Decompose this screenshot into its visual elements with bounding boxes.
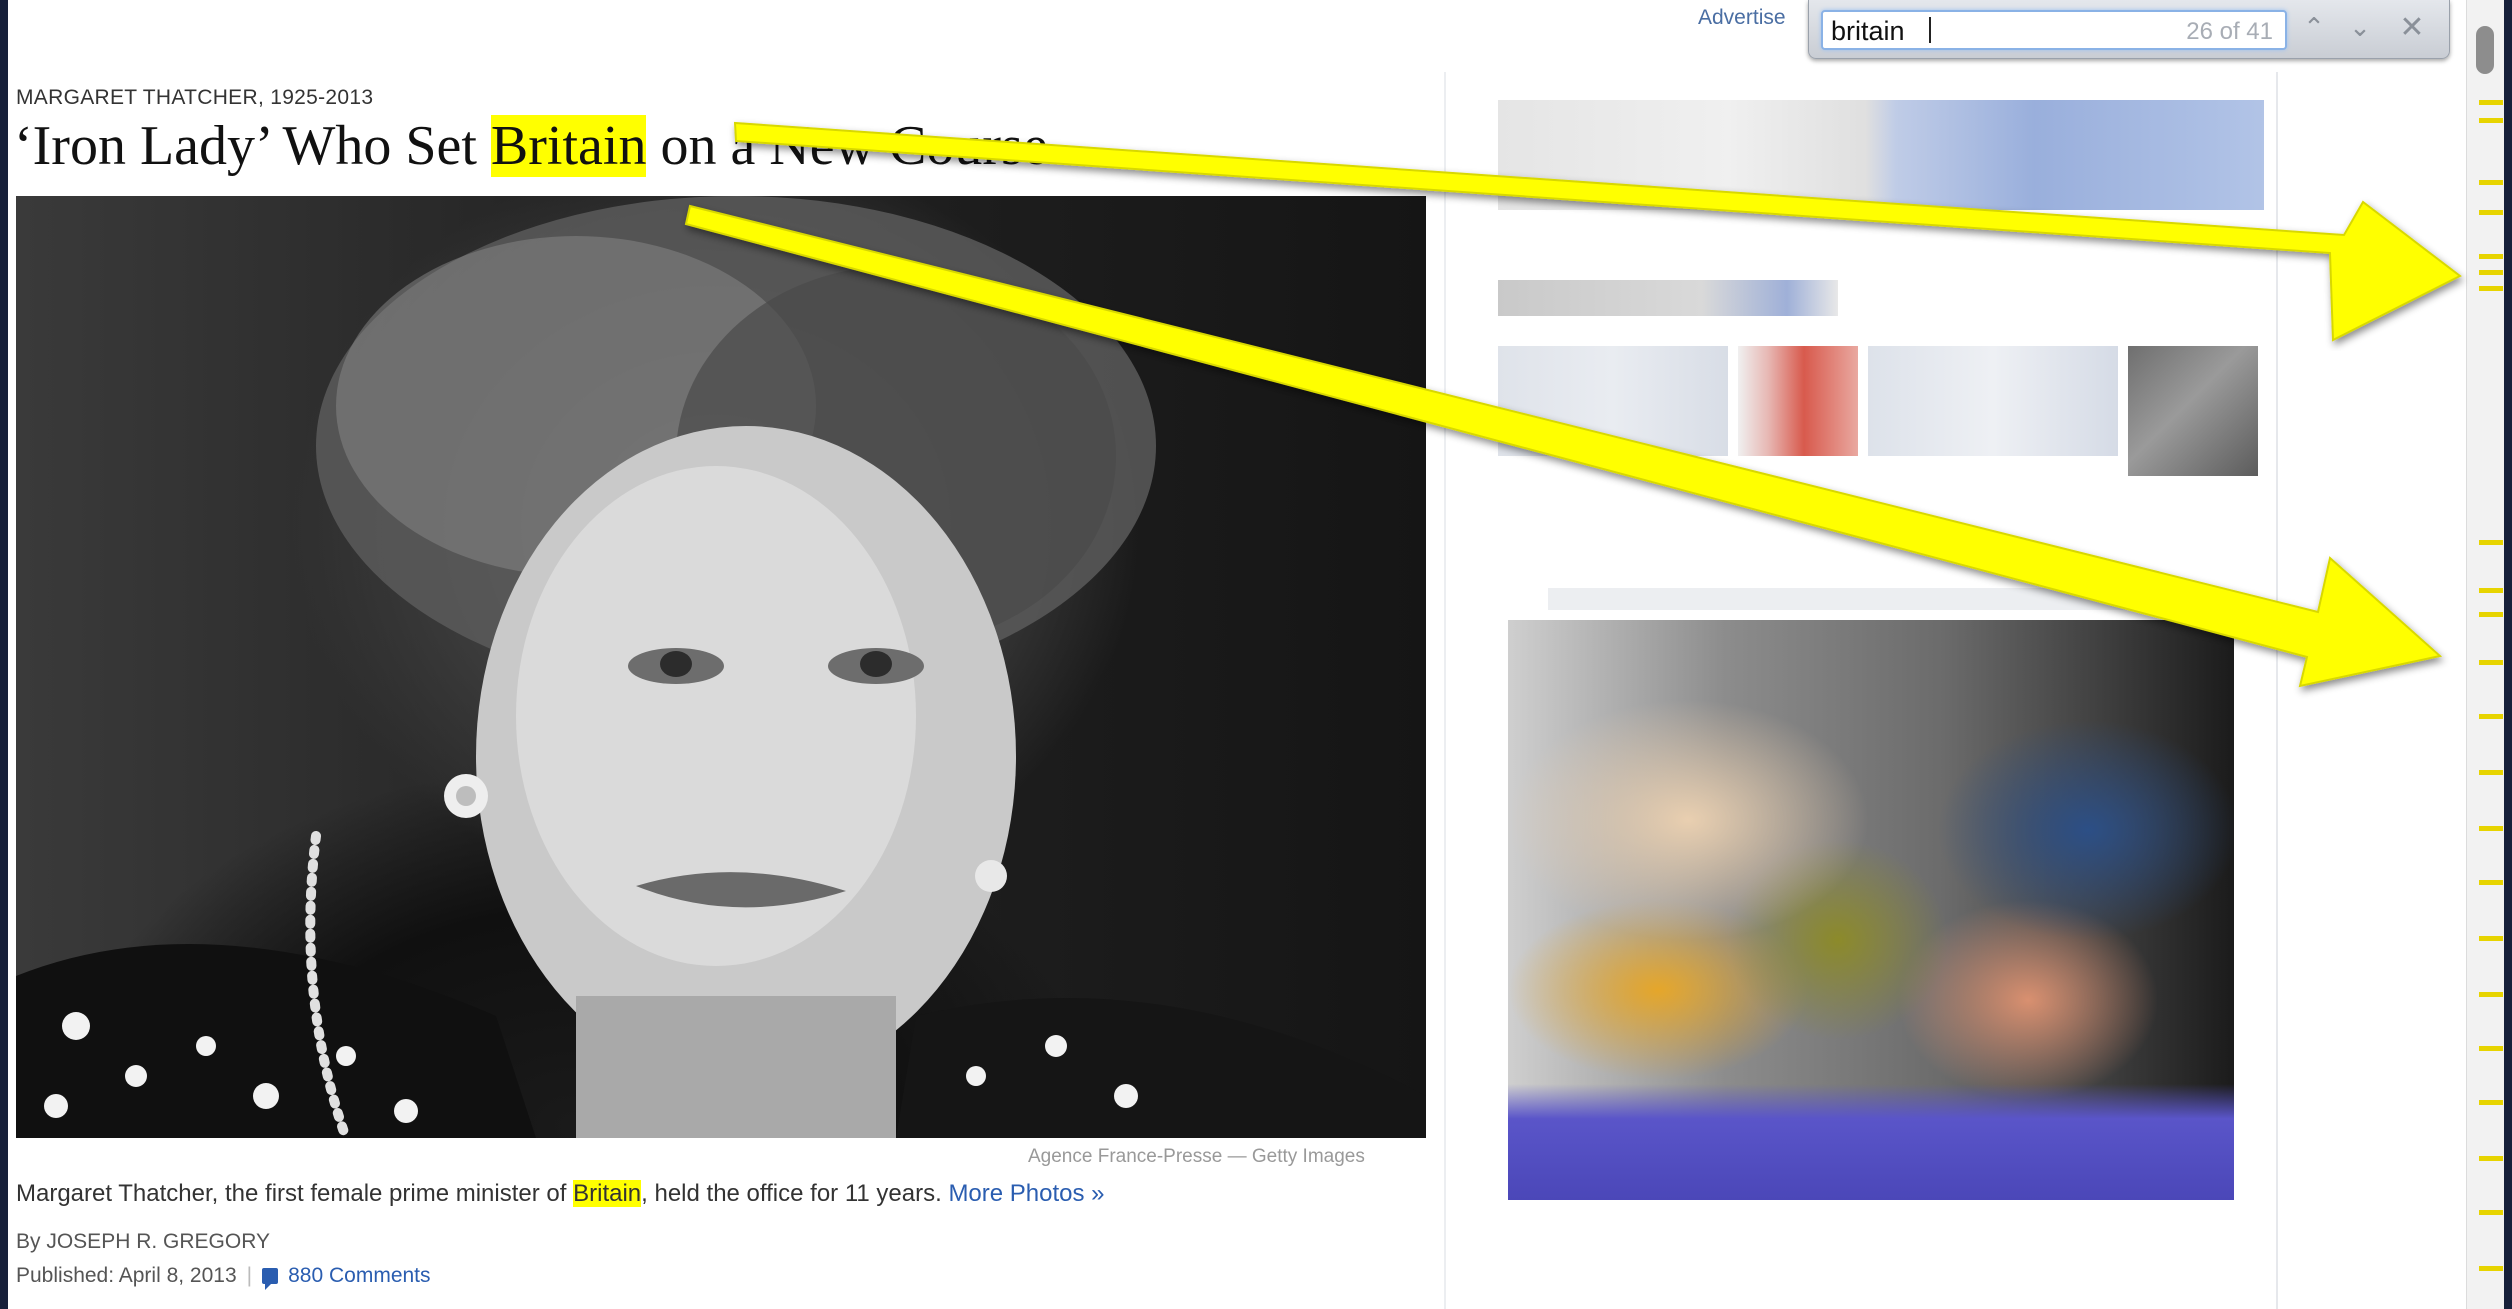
find-input[interactable]: britain 26 of 41 (1821, 10, 2287, 50)
published-date: Published: April 8, 2013 (16, 1264, 237, 1287)
blurred-video-thumbnail[interactable] (1508, 620, 2234, 1200)
advertise-link[interactable]: Advertise (1698, 6, 1786, 30)
scrollbar-thumb[interactable] (2476, 26, 2494, 74)
find-bar: britain 26 of 41 ⌃ ⌄ ✕ (1808, 0, 2450, 59)
column-divider (1444, 72, 1446, 1309)
article-byline: By JOSEPH R. GREGORY (16, 1230, 270, 1253)
match-marker (2479, 936, 2503, 941)
photo-caption: Margaret Thatcher, the first female prim… (16, 1180, 1105, 1208)
browser-viewport: Advertise britain 26 of 41 ⌃ ⌄ ✕ MARGARE… (8, 0, 2504, 1309)
match-marker (2479, 1266, 2503, 1271)
match-marker (2479, 210, 2503, 215)
match-marker (2479, 992, 2503, 997)
blurred-thumbnail[interactable] (2128, 346, 2258, 476)
caption-text-after: , held the office for 11 years. (641, 1180, 949, 1207)
match-marker (2479, 1210, 2503, 1215)
match-marker (2479, 770, 2503, 775)
text-caret (1929, 17, 1931, 43)
column-divider (2276, 72, 2278, 1309)
match-marker (2479, 540, 2503, 545)
match-marker (2479, 660, 2503, 665)
article-meta: Published: April 8, 2013 | 880 Comments (16, 1264, 431, 1290)
more-photos-link[interactable]: More Photos » (948, 1180, 1104, 1207)
chevron-down-icon: ⌄ (2349, 13, 2371, 43)
find-next-button[interactable]: ⌄ (2341, 12, 2379, 44)
photo-illustration (16, 196, 1426, 1138)
match-marker (2479, 118, 2503, 123)
headline-text-before: ‘Iron Lady’ Who Set (14, 115, 491, 177)
match-marker (2479, 826, 2503, 831)
blurred-text-line (1548, 588, 2198, 610)
match-marker (2479, 270, 2503, 275)
find-previous-button[interactable]: ⌃ (2295, 12, 2333, 44)
match-marker (2479, 612, 2503, 617)
match-marker (2479, 254, 2503, 259)
match-marker (2479, 588, 2503, 593)
match-marker (2479, 1156, 2503, 1161)
find-query-text[interactable]: britain (1831, 16, 1905, 47)
match-marker (2479, 1100, 2503, 1105)
match-marker (2479, 1046, 2503, 1051)
article-photo[interactable] (16, 196, 1426, 1138)
chevron-up-icon: ⌃ (2303, 13, 2325, 43)
close-icon: ✕ (2399, 10, 2425, 45)
blurred-ad-block[interactable] (1498, 100, 2264, 210)
blurred-thumbnail[interactable] (1868, 346, 2118, 456)
match-marker (2479, 880, 2503, 885)
blurred-thumbnail[interactable] (1498, 346, 1728, 456)
match-marker (2479, 100, 2503, 105)
meta-separator: | (246, 1264, 253, 1287)
caption-text-before: Margaret Thatcher, the first female prim… (16, 1180, 574, 1207)
match-marker (2479, 180, 2503, 185)
blurred-thumbnail[interactable] (1738, 346, 1858, 456)
vertical-scrollbar[interactable] (2466, 0, 2504, 1309)
comment-icon[interactable] (262, 1268, 279, 1290)
headline-text-after: on a New Course (646, 115, 1048, 177)
search-match-highlight: Britain (573, 1180, 642, 1207)
match-marker (2479, 714, 2503, 719)
find-close-button[interactable]: ✕ (2393, 12, 2431, 44)
search-match-highlight: Britain (490, 115, 647, 177)
find-match-count: 26 of 41 (2186, 18, 2273, 45)
article-kicker: MARGARET THATCHER, 1925-2013 (16, 86, 374, 109)
photo-credit: Agence France-Presse — Getty Images (1028, 1146, 1365, 1167)
comments-link[interactable]: 880 Comments (288, 1264, 430, 1287)
match-marker (2479, 286, 2503, 291)
blurred-text-line (1498, 280, 1838, 316)
article-headline[interactable]: ‘Iron Lady’ Who Set Britain on a New Cou… (14, 114, 1048, 178)
